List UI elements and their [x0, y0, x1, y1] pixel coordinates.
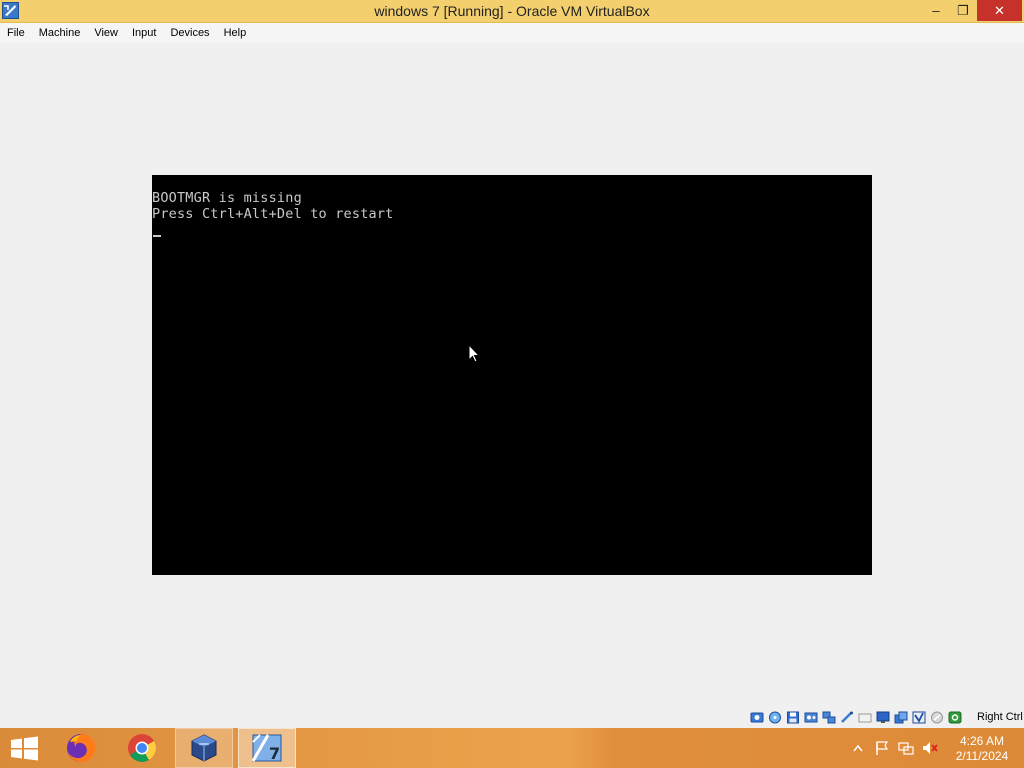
shared-folders-icon[interactable]	[857, 710, 872, 724]
taskbar-chrome[interactable]	[113, 728, 171, 768]
minimize-button[interactable]: –	[922, 0, 950, 21]
text-cursor	[153, 235, 161, 237]
virtualization-icon[interactable]	[911, 710, 926, 724]
menu-view[interactable]: View	[87, 27, 125, 39]
chrome-icon	[128, 734, 156, 762]
display-icon[interactable]	[875, 710, 890, 724]
virtualbox-icon	[191, 734, 217, 762]
close-button[interactable]: ✕	[977, 0, 1022, 21]
clock-date: 2/11/2024	[955, 749, 1009, 763]
volume-muted-icon[interactable]	[922, 740, 938, 756]
firefox-icon	[67, 733, 96, 762]
network-tray-icon[interactable]	[898, 740, 914, 756]
console-error-line: BOOTMGR is missing	[152, 190, 302, 206]
mouse-pointer-icon	[468, 344, 481, 363]
console-restart-line: Press Ctrl+Alt+Del to restart	[152, 206, 394, 222]
menu-help[interactable]: Help	[217, 27, 254, 39]
host-key-label: Right Ctrl	[977, 711, 1023, 723]
restore-button[interactable]: ❐	[950, 0, 976, 21]
menu-file[interactable]: File	[0, 27, 32, 39]
menu-bar: File Machine View Input Devices Help	[0, 23, 1024, 43]
mouse-integration-icon[interactable]	[929, 710, 944, 724]
recording-icon[interactable]	[893, 710, 908, 724]
taskbar-firefox[interactable]	[52, 728, 110, 768]
show-hidden-icons-icon[interactable]	[850, 740, 866, 756]
taskbar-windows7-vm[interactable]: 7	[238, 728, 296, 768]
taskbar: 7 4:26 AM 2/11/2024	[0, 728, 1024, 768]
windows7-vm-icon: 7	[251, 734, 282, 763]
action-center-flag-icon[interactable]	[874, 740, 890, 756]
taskbar-virtualbox[interactable]	[175, 728, 233, 768]
hard-disk-icon[interactable]	[749, 710, 764, 724]
window-title: windows 7 [Running] - Oracle VM VirtualB…	[374, 3, 650, 19]
optical-drive-icon[interactable]	[767, 710, 782, 724]
audio-icon[interactable]	[803, 710, 818, 724]
vm-display[interactable]: BOOTMGR is missing Press Ctrl+Alt+Del to…	[152, 175, 872, 575]
menu-machine[interactable]: Machine	[32, 27, 88, 39]
keyboard-capture-icon[interactable]	[947, 710, 962, 724]
menu-input[interactable]: Input	[125, 27, 163, 39]
title-bar[interactable]: windows 7 [Running] - Oracle VM VirtualB…	[0, 0, 1024, 23]
start-icon[interactable]	[10, 736, 39, 761]
network-icon[interactable]	[821, 710, 836, 724]
status-bar: Right Ctrl	[0, 706, 1024, 728]
clock-time: 4:26 AM	[959, 734, 1005, 748]
clock[interactable]: 4:26 AM 2/11/2024	[948, 734, 1016, 764]
svg-text:7: 7	[269, 744, 280, 763]
usb-icon[interactable]	[839, 710, 854, 724]
floppy-icon[interactable]	[785, 710, 800, 724]
menu-devices[interactable]: Devices	[163, 27, 216, 39]
